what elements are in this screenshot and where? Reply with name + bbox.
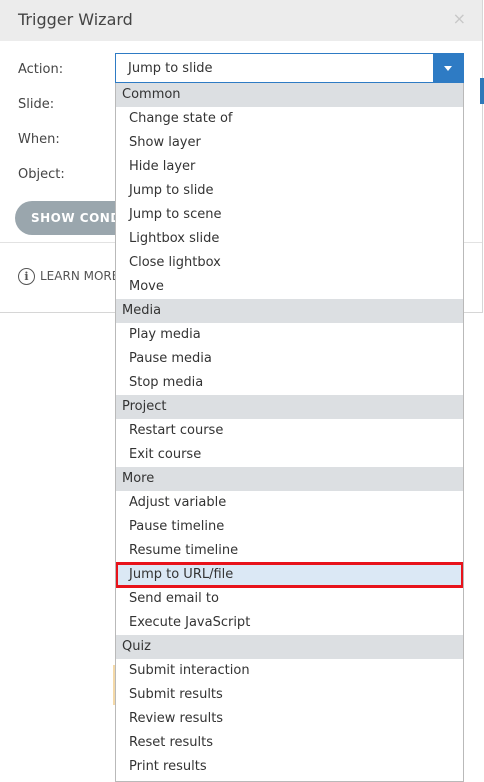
- dropdown-option[interactable]: Hide layer: [116, 155, 463, 179]
- learn-more-link[interactable]: i LEARN MORE: [18, 268, 119, 285]
- close-icon[interactable]: ×: [453, 9, 466, 28]
- dropdown-option[interactable]: Lightbox slide: [116, 227, 463, 251]
- dropdown-option[interactable]: Submit results: [116, 683, 463, 707]
- dropdown-option[interactable]: Stop media: [116, 371, 463, 395]
- learn-more-label: LEARN MORE: [40, 269, 120, 283]
- dropdown-option[interactable]: Move: [116, 275, 463, 299]
- dropdown-option[interactable]: Jump to URL/file: [116, 562, 463, 588]
- action-label: Action:: [18, 62, 64, 77]
- group-header-more: More: [116, 467, 463, 491]
- dropdown-option[interactable]: Review results: [116, 707, 463, 731]
- dropdown-option[interactable]: Reset results: [116, 731, 463, 755]
- dropdown-option[interactable]: Jump to slide: [116, 179, 463, 203]
- action-dropdown-list[interactable]: Common Change state of Show layer Hide laye…: [115, 83, 464, 782]
- dropdown-option[interactable]: Restart course: [116, 419, 463, 443]
- dropdown-option[interactable]: Close lightbox: [116, 251, 463, 275]
- dialog-title: Trigger Wizard: [18, 10, 133, 29]
- dialog-header: Trigger Wizard ×: [0, 0, 482, 41]
- group-header-media: Media: [116, 299, 463, 323]
- dropdown-option[interactable]: Pause media: [116, 347, 463, 371]
- dropdown-option[interactable]: Submit interaction: [116, 659, 463, 683]
- object-label: Object:: [18, 167, 65, 182]
- dropdown-option[interactable]: Jump to scene: [116, 203, 463, 227]
- dropdown-option[interactable]: Exit course: [116, 443, 463, 467]
- slide-label: Slide:: [18, 97, 55, 112]
- dropdown-option[interactable]: Show layer: [116, 131, 463, 155]
- dropdown-option[interactable]: Play media: [116, 323, 463, 347]
- side-accent-strip: [480, 78, 484, 104]
- group-header-common: Common: [116, 83, 463, 107]
- dropdown-option[interactable]: Print results: [116, 755, 463, 779]
- when-label: When:: [18, 132, 60, 147]
- dropdown-option[interactable]: Execute JavaScript: [116, 611, 463, 635]
- action-select[interactable]: Jump to slide: [115, 53, 464, 83]
- dropdown-option[interactable]: Adjust variable: [116, 491, 463, 515]
- action-select-value: Jump to slide: [128, 61, 213, 76]
- group-header-project: Project: [116, 395, 463, 419]
- chevron-down-icon[interactable]: [433, 54, 463, 82]
- group-header-quiz: Quiz: [116, 635, 463, 659]
- dropdown-option[interactable]: Send email to: [116, 587, 463, 611]
- dropdown-option[interactable]: Change state of: [116, 107, 463, 131]
- dropdown-option[interactable]: Pause timeline: [116, 515, 463, 539]
- dropdown-option[interactable]: Resume timeline: [116, 539, 463, 563]
- info-icon: i: [18, 268, 35, 285]
